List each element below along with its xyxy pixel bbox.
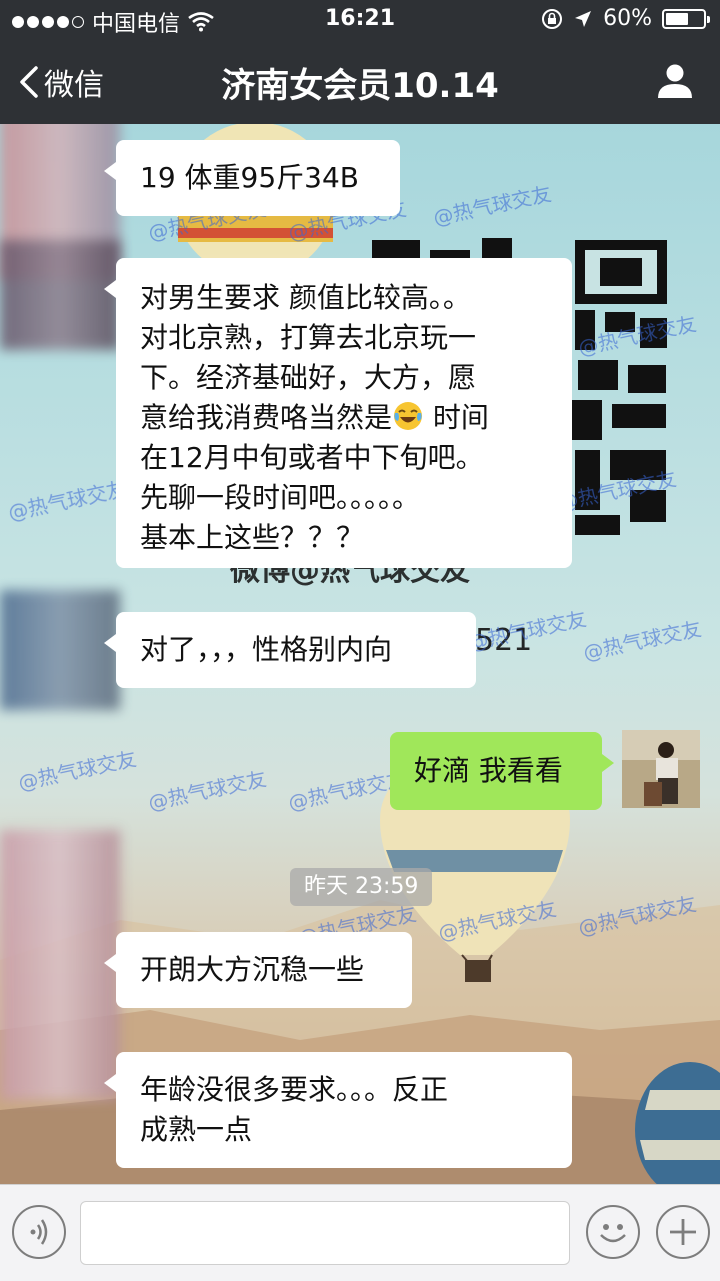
battery-level-fill [666, 12, 688, 25]
battery-icon [662, 8, 710, 29]
message-text: 19 体重95斤34B [140, 161, 359, 194]
svg-text:@热气球交友: @热气球交友 [146, 766, 268, 814]
message-text: 对了，，，性格别内向 [140, 633, 393, 666]
svg-text:@热气球交友: @热气球交友 [16, 746, 138, 794]
voice-icon [30, 1219, 48, 1245]
svg-text:@热气球交友: @热气球交友 [581, 616, 703, 664]
chat-title: 济南女会员10.14 [221, 66, 499, 106]
svg-text:@热气球交友: @热气球交友 [6, 476, 128, 524]
avatar-photo [622, 730, 700, 808]
self-avatar[interactable] [622, 730, 700, 808]
voice-input-button[interactable] [12, 1205, 66, 1259]
input-bar [0, 1184, 720, 1281]
tears-of-joy-emoji-icon [394, 402, 423, 430]
navigation-bar: 微信 济南女会员10.14 [0, 40, 720, 124]
message-bubble-incoming[interactable]: 19 体重95斤34B [104, 140, 400, 216]
rotation-lock-icon [542, 8, 563, 29]
plus-icon [670, 1219, 696, 1245]
location-arrow-icon [575, 10, 592, 27]
svg-text:@热气球交友: @热气球交友 [431, 181, 553, 229]
message-bubble-outgoing[interactable]: 好滴 我看看 [390, 732, 614, 810]
message-text: 年龄没很多要求。。。反正 成熟一点 [140, 1073, 449, 1146]
battery-percent: 60% [603, 6, 652, 31]
message-text: 好滴 我看看 [414, 754, 563, 787]
more-options-button[interactable] [656, 1205, 710, 1259]
status-bar: 中国电信 16:21 60% [0, 0, 720, 40]
message-text: 开朗大方沉稳一些 [140, 953, 365, 986]
message-bubble-incoming[interactable]: 开朗大方沉稳一些 [104, 932, 412, 1008]
message-bubble-incoming[interactable]: 对了，，，性格别内向 [104, 612, 476, 688]
message-timestamp: 昨天 23:59 [290, 868, 433, 906]
chat-info-button[interactable] [656, 62, 694, 104]
person-icon [658, 64, 692, 98]
smiley-icon [600, 1224, 626, 1243]
message-input[interactable] [80, 1201, 570, 1265]
message-bubble-incoming[interactable]: 年龄没很多要求。。。反正 成熟一点 [104, 1052, 572, 1168]
message-bubble-incoming[interactable]: 对男生要求 颜值比较高。。 对北京熟，打算去北京玩一 下。经济基础好，大方，愿 … [104, 258, 572, 568]
emoji-button[interactable] [586, 1205, 640, 1259]
